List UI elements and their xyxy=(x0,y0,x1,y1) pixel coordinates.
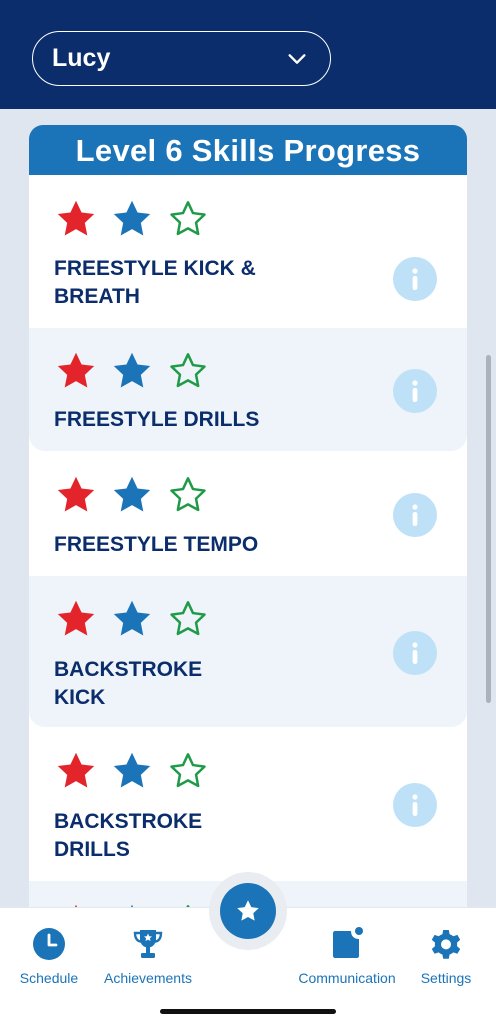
star-rating xyxy=(53,196,211,242)
info-button[interactable] xyxy=(393,493,437,537)
skills-progress-card: Level 6 Skills Progress FREESTYLE KICK &… xyxy=(29,125,467,925)
notification-icon xyxy=(333,927,363,958)
star-outline-green-icon xyxy=(170,601,206,636)
info-icon xyxy=(412,794,418,816)
home-indicator xyxy=(160,1009,336,1014)
nav-settings-label: Settings xyxy=(420,970,472,986)
info-icon xyxy=(412,380,418,402)
info-button[interactable] xyxy=(393,783,437,827)
star-rating xyxy=(53,348,211,394)
star-filled-blue-icon xyxy=(113,600,151,636)
skill-label: FREESTYLE TEMPO xyxy=(54,533,259,556)
star-filled-blue-icon xyxy=(113,352,151,388)
info-icon xyxy=(412,268,418,290)
star-rating xyxy=(53,472,211,518)
nav-schedule-label: Schedule xyxy=(19,970,79,986)
scrollbar[interactable] xyxy=(486,355,491,703)
card-title: Level 6 Skills Progress xyxy=(29,125,467,175)
info-icon xyxy=(412,504,418,526)
star-filled-red-icon xyxy=(57,352,95,388)
nav-communication[interactable]: Communication xyxy=(297,926,397,986)
skill-row[interactable]: BACKSTROKE KICK xyxy=(29,576,467,727)
student-select[interactable]: Lucy xyxy=(32,31,331,86)
star-filled-red-icon xyxy=(57,600,95,636)
skill-row[interactable]: FREESTYLE TEMPO xyxy=(29,451,467,576)
star-filled-blue-icon xyxy=(113,476,151,512)
progress-star-button[interactable] xyxy=(220,883,276,939)
star-rating xyxy=(53,748,211,794)
star-filled-blue-icon xyxy=(113,200,151,236)
star-outline-green-icon xyxy=(170,753,206,788)
star-filled-red-icon xyxy=(57,752,95,788)
info-button[interactable] xyxy=(393,257,437,301)
star-outline-green-icon xyxy=(170,201,206,236)
skill-row[interactable]: FREESTYLE KICK & BREATH xyxy=(29,175,467,328)
nav-achievements[interactable]: Achievements xyxy=(104,926,192,986)
chevron-down-icon xyxy=(288,53,306,64)
star-filled-red-icon xyxy=(57,200,95,236)
nav-achievements-label: Achievements xyxy=(104,970,192,986)
clock-icon xyxy=(33,928,65,960)
skill-row[interactable]: BACKSTROKE DRILLS xyxy=(29,727,467,881)
star-outline-green-icon xyxy=(170,477,206,512)
info-icon xyxy=(412,642,418,664)
skill-label: FREESTYLE KICK & BREATH xyxy=(54,257,256,308)
star-filled-red-icon xyxy=(57,476,95,512)
nav-schedule[interactable]: Schedule xyxy=(18,926,80,986)
trophy-icon xyxy=(133,930,163,958)
skill-row[interactable]: FREESTYLE DRILLS xyxy=(29,328,467,451)
gear-icon xyxy=(431,930,461,959)
star-rating xyxy=(53,596,211,642)
top-bar: Lucy xyxy=(0,0,496,109)
star-filled-blue-icon xyxy=(113,752,151,788)
nav-communication-label: Communication xyxy=(298,970,396,986)
skill-label: BACKSTROKE DRILLS xyxy=(54,810,203,861)
center-action-ring xyxy=(209,872,287,950)
selected-student-name: Lucy xyxy=(52,44,111,72)
star-outline-green-icon xyxy=(170,353,206,388)
info-button[interactable] xyxy=(393,369,437,413)
star-icon xyxy=(237,900,259,921)
skill-label: FREESTYLE DRILLS xyxy=(54,408,260,431)
skill-label: BACKSTROKE KICK xyxy=(54,658,203,709)
nav-settings[interactable]: Settings xyxy=(416,926,476,986)
info-button[interactable] xyxy=(393,631,437,675)
